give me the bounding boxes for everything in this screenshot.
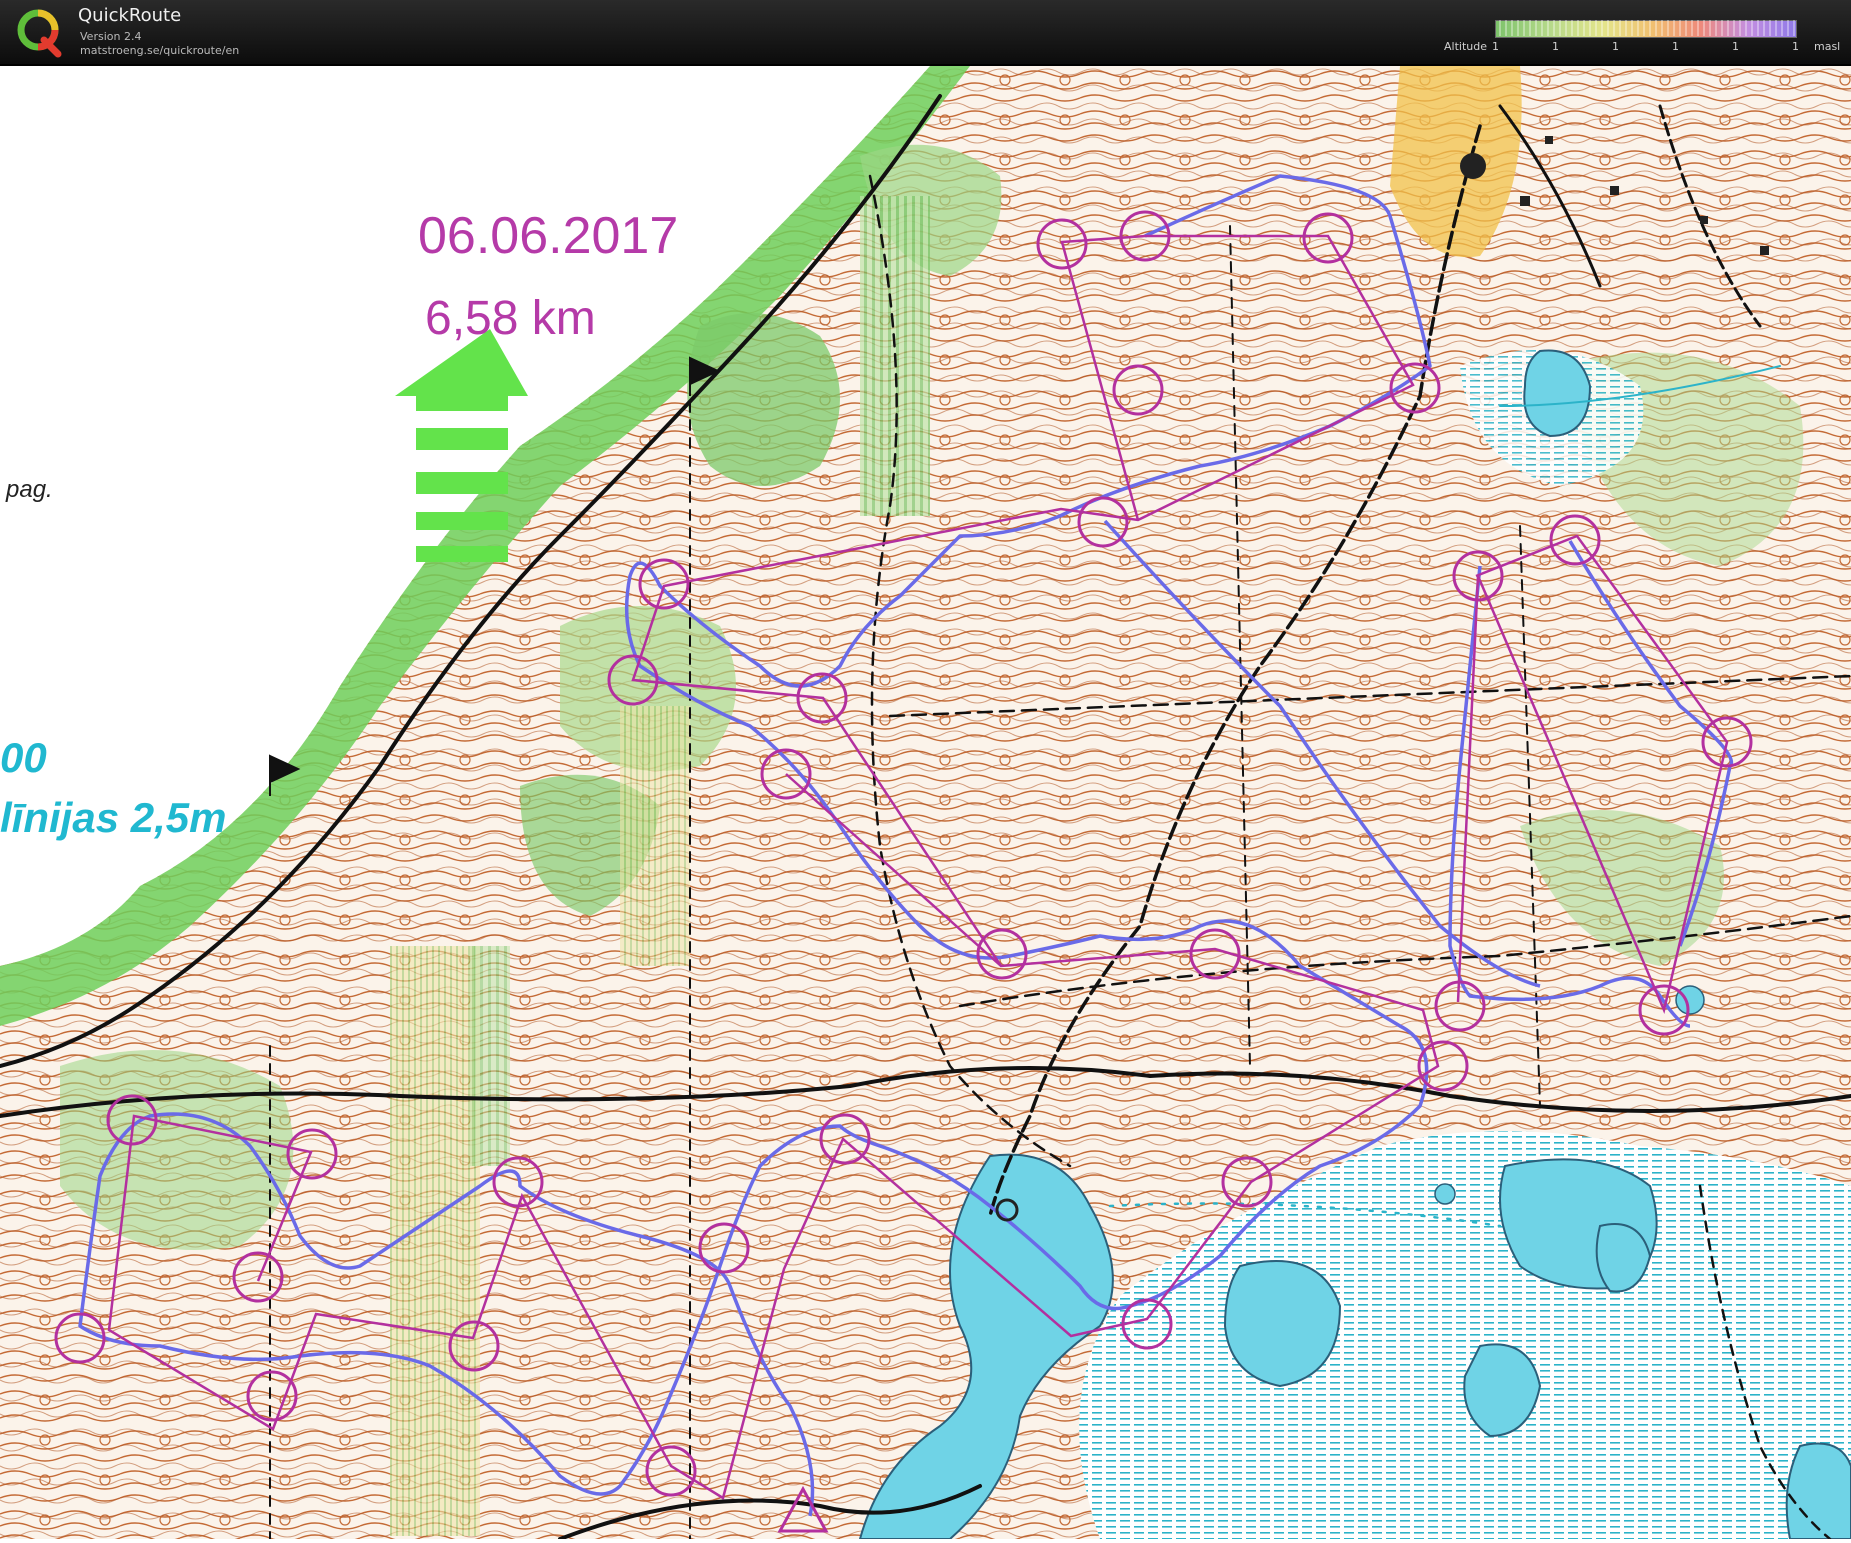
green-vegetation [687, 313, 840, 486]
legend-label: Altitude [1444, 40, 1487, 53]
legend-unit: masl [1814, 40, 1841, 53]
map-canvas[interactable] [0, 66, 1851, 1541]
app-url[interactable]: matstroeng.se/quickroute/en [80, 44, 239, 57]
app-version: Version 2.4 [80, 30, 142, 43]
map-date-label: 06.06.2017 [418, 207, 679, 265]
legend-tick: 1 [1792, 40, 1799, 53]
legend-tick: 1 [1552, 40, 1559, 53]
legend-tick: 1 [1492, 40, 1499, 53]
map-contour-note: 00 [0, 734, 47, 781]
map-edge-text: pag. [6, 476, 53, 503]
map-contour-interval: līnijas 2,5m [0, 794, 227, 841]
legend-tick: 1 [1612, 40, 1619, 53]
orienteering-map[interactable]: 06.06.2017 6,58 km pag. 00 līnijas 2,5m [0, 66, 1851, 1541]
map-distance-label: 6,58 km [425, 292, 596, 345]
quickroute-logo-icon [17, 9, 62, 58]
app-title: QuickRoute [78, 5, 182, 26]
legend-tick: 1 [1672, 40, 1679, 53]
legend-tick: 1 [1732, 40, 1739, 53]
app-header: QuickRoute Version 2.4 matstroeng.se/qui… [0, 0, 1851, 66]
altitude-legend: Altitude 1 1 1 1 1 1 masl [1440, 16, 1850, 56]
